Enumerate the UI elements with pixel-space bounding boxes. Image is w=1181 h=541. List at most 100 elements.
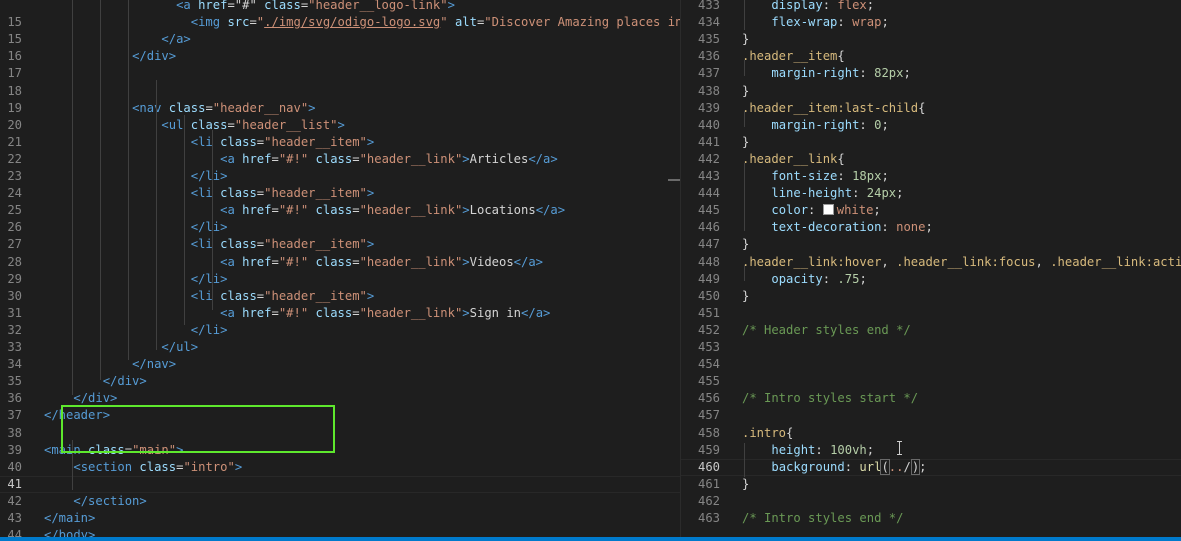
html-code-line[interactable]: 43 </main> [0, 510, 680, 527]
html-code-line[interactable]: 29 </li> [0, 271, 680, 288]
css-code-line[interactable]: 463 /* Intro styles end */ [681, 510, 1181, 527]
code-text[interactable]: <a href="#!" class="header__link">Sign i… [44, 305, 550, 322]
html-code-line[interactable]: 35 </div> [0, 373, 680, 390]
code-text[interactable]: height: 100vh; [742, 442, 874, 459]
css-editor-pane[interactable]: 433 display: flex; 434 flex-wrap: wrap; 43… [681, 0, 1181, 537]
css-code-line[interactable]: 452 /* Header styles end */ [681, 322, 1181, 339]
code-text[interactable]: .header__item{ [742, 48, 845, 65]
html-code-line[interactable]: 22 <a href="#!" class="header__link">Art… [0, 151, 680, 168]
css-code-line[interactable]: 460 background: url(../); [681, 458, 1181, 476]
css-code-line[interactable]: 441} [681, 134, 1181, 151]
html-code-line[interactable]: 42 </section> [0, 493, 680, 510]
code-text[interactable]: <li class="header__item"> [44, 185, 374, 202]
code-text[interactable]: .header__link:hover, .header__link:focus… [742, 254, 1181, 271]
css-code-line[interactable]: 446 text-decoration: none; [681, 219, 1181, 236]
code-text[interactable]: line-height: 24px; [742, 185, 903, 202]
html-code-line[interactable]: 20 <ul class="header__list"> [0, 117, 680, 134]
css-code-line[interactable]: 455 [681, 373, 1181, 390]
html-code-line[interactable]: 44 </body> [0, 527, 680, 537]
code-text[interactable]: <img src="./img/svg/odigo-logo.svg" alt=… [44, 14, 680, 31]
code-text[interactable]: <section class="intro"> [44, 459, 242, 476]
html-code-line[interactable]: 41 [0, 476, 680, 493]
code-text[interactable]: } [742, 236, 749, 253]
html-code-line[interactable]: 24 <li class="header__item"> [0, 185, 680, 202]
code-text[interactable]: /* Intro styles start */ [742, 390, 918, 407]
html-code-line[interactable]: 19 <nav class="header__nav"> [0, 100, 680, 117]
code-text[interactable]: background: url(../); [742, 458, 927, 476]
code-text[interactable]: flex-wrap: wrap; [742, 14, 888, 31]
css-code-line[interactable]: 461} [681, 476, 1181, 493]
code-text[interactable]: </section> [44, 493, 146, 510]
html-code-line[interactable]: 26 </li> [0, 219, 680, 236]
html-code-line[interactable]: 17 [0, 65, 680, 82]
code-text[interactable]: /* Header styles end */ [742, 322, 911, 339]
code-text[interactable]: <ul class="header__list"> [44, 117, 344, 134]
css-code-line[interactable]: 436 .header__item{ [681, 48, 1181, 65]
html-code-line[interactable]: 25 <a href="#!" class="header__link">Loc… [0, 202, 680, 219]
html-code-line[interactable]: 33 </ul> [0, 339, 680, 356]
css-code-line[interactable]: 439 .header__item:last-child{ [681, 100, 1181, 117]
css-code-line[interactable]: 456 /* Intro styles start */ [681, 390, 1181, 407]
css-code-line[interactable]: 442 .header__link{ [681, 151, 1181, 168]
code-text[interactable]: font-size: 18px; [742, 168, 888, 185]
css-code-line[interactable]: 435} [681, 31, 1181, 48]
css-code-line[interactable]: 437 margin-right: 82px; [681, 65, 1181, 82]
code-text[interactable]: </main> [44, 510, 95, 527]
html-code-line[interactable]: 15 </a> [0, 31, 680, 48]
css-code-line[interactable]: 444 line-height: 24px; [681, 185, 1181, 202]
html-code-line[interactable]: 23 </li> [0, 168, 680, 185]
code-text[interactable]: <a href="#!" class="header__link">Videos… [44, 254, 543, 271]
code-text[interactable]: } [742, 288, 749, 305]
code-text[interactable]: <a href="#!" class="header__link">Locati… [44, 202, 565, 219]
code-text[interactable]: text-decoration: none; [742, 219, 932, 236]
css-code-line[interactable]: 450} [681, 288, 1181, 305]
code-text[interactable]: margin-right: 82px; [742, 65, 910, 82]
code-text[interactable]: /* Intro styles end */ [742, 510, 903, 527]
code-text[interactable]: margin-right: 0; [742, 117, 888, 134]
code-text[interactable]: </div> [44, 48, 176, 65]
css-code-line[interactable]: 457 [681, 407, 1181, 424]
css-code-line[interactable]: 434 flex-wrap: wrap; [681, 14, 1181, 31]
html-code-line[interactable]: 15 <img src="./img/svg/odigo-logo.svg" a… [0, 14, 680, 31]
css-code-line[interactable]: 453 [681, 339, 1181, 356]
html-code-line[interactable]: 30 <li class="header__item"> [0, 288, 680, 305]
css-code-line[interactable]: 458 .intro{ [681, 425, 1181, 442]
html-code-line[interactable]: 27 <li class="header__item"> [0, 236, 680, 253]
html-code-line[interactable]: 16 </div> [0, 48, 680, 65]
html-code-line[interactable]: 34 </nav> [0, 356, 680, 373]
code-text[interactable]: </ul> [44, 339, 198, 356]
css-code-line[interactable]: 449 opacity: .75; [681, 271, 1181, 288]
html-code-line[interactable]: 31 <a href="#!" class="header__link">Sig… [0, 305, 680, 322]
code-text[interactable]: opacity: .75; [742, 271, 866, 288]
html-code-line[interactable]: <a href="#" class="header__logo-link"> [0, 0, 680, 14]
code-text[interactable]: <nav class="header__nav"> [44, 100, 315, 117]
html-code-line[interactable]: 18 [0, 83, 680, 100]
css-code-line[interactable]: 440 margin-right: 0; [681, 117, 1181, 134]
css-code-line[interactable]: 448 .header__link:hover, .header__link:fo… [681, 254, 1181, 271]
code-text[interactable]: </a> [44, 31, 190, 48]
code-text[interactable]: } [742, 83, 749, 100]
code-text[interactable]: <li class="header__item"> [44, 134, 374, 151]
html-code-line[interactable]: 40 <section class="intro"> [0, 459, 680, 476]
code-text[interactable]: .intro{ [742, 425, 793, 442]
code-text[interactable]: </nav> [44, 356, 176, 373]
code-text[interactable]: <li class="header__item"> [44, 288, 374, 305]
css-code-line[interactable]: 445 color: white; [681, 202, 1181, 219]
code-text[interactable]: color: white; [742, 202, 880, 219]
code-text[interactable]: } [742, 476, 749, 493]
color-swatch-icon[interactable] [822, 204, 834, 216]
css-code-line[interactable]: 438} [681, 83, 1181, 100]
css-code-line[interactable]: 443 font-size: 18px; [681, 168, 1181, 185]
code-text[interactable]: <li class="header__item"> [44, 236, 374, 253]
css-code-line[interactable]: 454 [681, 356, 1181, 373]
html-code-line[interactable]: 28 <a href="#!" class="header__link">Vid… [0, 254, 680, 271]
css-code-line[interactable]: 459 height: 100vh; [681, 442, 1181, 459]
code-text[interactable]: <a href="#" class="header__logo-link"> [44, 0, 455, 14]
css-code-line[interactable]: 447} [681, 236, 1181, 253]
html-editor-pane[interactable]: <a href="#" class="header__logo-link"> 15… [0, 0, 680, 537]
css-code-line[interactable]: 462 [681, 493, 1181, 510]
code-text[interactable]: <a href="#!" class="header__link">Articl… [44, 151, 558, 168]
code-text[interactable]: </div> [44, 373, 147, 390]
code-text[interactable]: </body> [44, 527, 95, 537]
html-code-line[interactable]: 21 <li class="header__item"> [0, 134, 680, 151]
